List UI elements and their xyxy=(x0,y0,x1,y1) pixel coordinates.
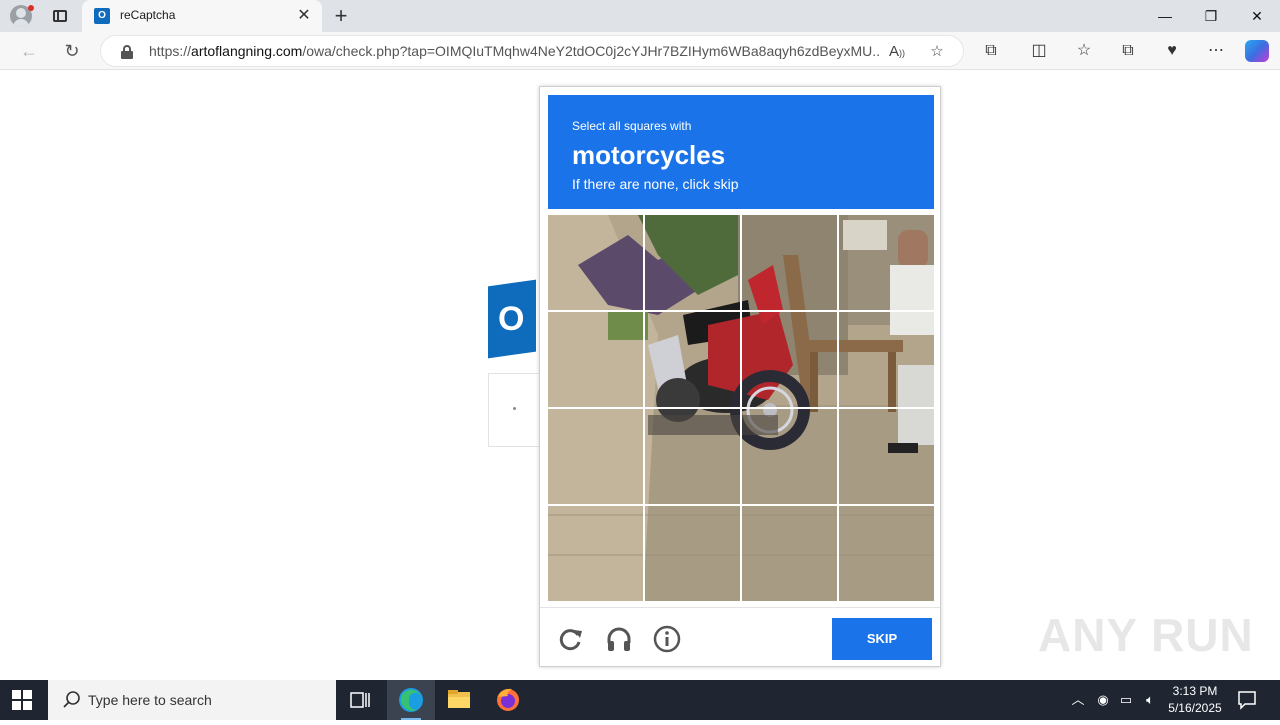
firefox-icon[interactable] xyxy=(484,680,532,720)
browser-tab-bar: O reCaptcha ✕ + — ❐ ✕ xyxy=(0,0,1280,32)
url-path: /owa/check.php?tap=OIMQIuTMqhw4NeY2tdOC0… xyxy=(302,43,879,59)
outlook-favicon-icon: O xyxy=(94,8,110,24)
outlook-logo-letter: O xyxy=(498,300,525,338)
login-card xyxy=(488,373,540,447)
file-explorer-icon[interactable] xyxy=(435,680,483,720)
captcha-tile[interactable] xyxy=(839,312,934,407)
refresh-icon[interactable]: ↻ xyxy=(61,40,83,62)
taskbar-clock[interactable]: 3:13 PM 5/16/2025 xyxy=(1162,683,1228,717)
loading-dot xyxy=(513,407,516,410)
favorite-star-icon[interactable]: ☆ xyxy=(927,42,947,62)
search-icon xyxy=(63,691,80,708)
task-view-icon[interactable] xyxy=(336,680,384,720)
captcha-instruction: Select all squares with xyxy=(572,119,692,133)
captcha-tile[interactable] xyxy=(742,409,837,504)
volume-icon[interactable]: 🔈︎ xyxy=(1140,690,1160,710)
tab-recaptcha[interactable]: O reCaptcha ✕ xyxy=(82,0,322,32)
captcha-tile[interactable] xyxy=(548,215,643,310)
search-placeholder: Type here to search xyxy=(88,692,212,708)
captcha-target: motorcycles xyxy=(572,140,726,170)
captcha-tile[interactable] xyxy=(742,312,837,407)
clock-date: 5/16/2025 xyxy=(1168,701,1222,715)
read-aloud-icon[interactable]: A)) xyxy=(887,42,907,62)
captcha-header: Select all squares with motorcycles If t… xyxy=(548,95,934,209)
more-menu-icon[interactable]: ⋯ xyxy=(1204,40,1228,62)
split-screen-icon[interactable]: ◫ xyxy=(1027,40,1051,62)
network-icon[interactable]: ▭ xyxy=(1116,690,1136,710)
favorites-icon[interactable]: ☆ xyxy=(1072,40,1096,62)
close-window-button[interactable]: ✕ xyxy=(1234,0,1280,32)
captcha-tile[interactable] xyxy=(645,215,740,310)
back-arrow-icon[interactable]: ← xyxy=(18,40,40,62)
captcha-tile[interactable] xyxy=(742,506,837,601)
captcha-dialog: Select all squares with motorcycles If t… xyxy=(539,86,941,667)
address-bar[interactable]: https://artoflangning.com/owa/check.php?… xyxy=(100,35,964,67)
meet-now-icon[interactable]: ◉ xyxy=(1093,690,1113,710)
captcha-tile[interactable] xyxy=(645,506,740,601)
captcha-tile[interactable] xyxy=(839,506,934,601)
info-icon[interactable] xyxy=(653,625,681,653)
edge-taskbar-icon[interactable] xyxy=(387,680,435,720)
taskbar-search-box[interactable]: Type here to search xyxy=(48,680,336,720)
captcha-tile[interactable] xyxy=(548,506,643,601)
profile-notification-dot xyxy=(28,5,34,11)
captcha-tile[interactable] xyxy=(645,409,740,504)
extensions-icon[interactable]: ⧉ xyxy=(979,40,1003,62)
notifications-icon[interactable] xyxy=(1236,689,1258,711)
minimize-button[interactable]: — xyxy=(1142,0,1188,32)
collections-icon[interactable]: ⧉ xyxy=(1116,40,1140,62)
captcha-tile[interactable] xyxy=(839,409,934,504)
copilot-icon[interactable] xyxy=(1245,40,1269,62)
captcha-footer: SKIP xyxy=(540,607,940,667)
windows-taskbar: Type here to search ︿ ◉ ▭ 🔈︎ 3:13 PM 5/1… xyxy=(0,680,1280,720)
restore-button[interactable]: ❐ xyxy=(1188,0,1234,32)
captcha-tile[interactable] xyxy=(548,409,643,504)
captcha-tile[interactable] xyxy=(742,215,837,310)
captcha-grid xyxy=(548,215,934,601)
tab-close-icon[interactable]: ✕ xyxy=(294,6,314,26)
new-tab-button[interactable]: + xyxy=(330,4,352,28)
browser-essentials-icon[interactable]: ♥ xyxy=(1160,40,1184,62)
reload-icon[interactable] xyxy=(557,625,585,653)
captcha-hint: If there are none, click skip xyxy=(572,176,739,192)
clock-time: 3:13 PM xyxy=(1172,684,1218,698)
url-text: https://artoflangning.com/owa/check.php?… xyxy=(149,43,879,59)
lock-icon[interactable] xyxy=(121,45,133,59)
anyrun-watermark: ANY RUN xyxy=(1038,609,1254,661)
audio-headphones-icon[interactable] xyxy=(605,625,633,653)
tab-actions-icon[interactable] xyxy=(50,7,70,25)
captcha-tile[interactable] xyxy=(839,215,934,310)
skip-button[interactable]: SKIP xyxy=(832,618,932,660)
captcha-tile[interactable] xyxy=(645,312,740,407)
url-prefix: https:// xyxy=(149,43,192,59)
show-hidden-icons-chevron-icon[interactable]: ︿ xyxy=(1068,690,1088,710)
url-domain: artoflangning.com xyxy=(191,43,303,59)
windows-start-icon[interactable] xyxy=(12,690,32,710)
tab-title: reCaptcha xyxy=(120,8,176,22)
captcha-tile[interactable] xyxy=(548,312,643,407)
